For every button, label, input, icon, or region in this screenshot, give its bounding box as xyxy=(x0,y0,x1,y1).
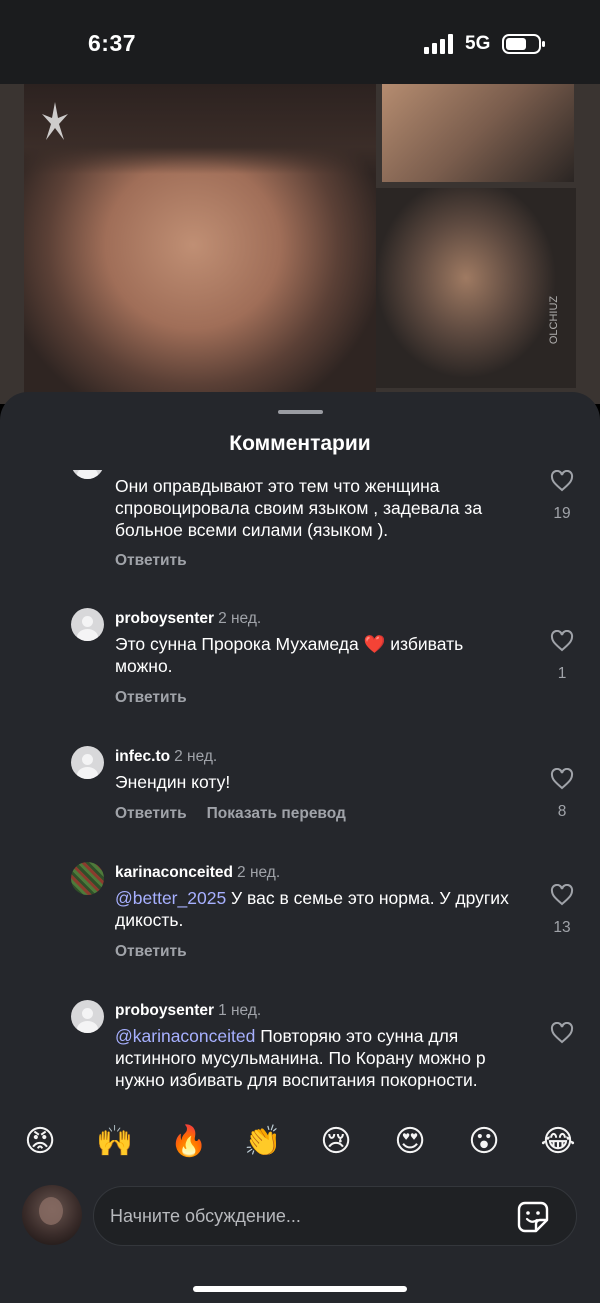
comment-header: karinaconceited 2 нед. xyxy=(115,864,280,882)
comment-username[interactable]: infec.to xyxy=(115,748,170,765)
comment-username[interactable]: proboysenter xyxy=(115,610,214,627)
sheet-drag-handle[interactable] xyxy=(278,410,323,414)
status-bar: 6:37 5G xyxy=(0,0,600,84)
avatar[interactable] xyxy=(71,1000,104,1033)
reply-button[interactable]: Ответить xyxy=(115,689,187,706)
comment-header: infec.to 2 нед. xyxy=(115,748,217,766)
comment-time: 2 нед. xyxy=(218,610,262,627)
heart-icon[interactable] xyxy=(550,768,574,790)
status-time: 6:37 xyxy=(88,30,137,56)
like-count: 19 xyxy=(553,505,571,522)
comments-list[interactable]: Они оправдывают это тем что женщина спро… xyxy=(0,470,600,1110)
avatar[interactable] xyxy=(71,862,104,895)
heart-icon[interactable] xyxy=(550,630,574,652)
comment-text: @better_2025 У вас в семье это норма. У … xyxy=(115,887,515,931)
cellular-signal-icon xyxy=(424,34,453,54)
heart-icon[interactable] xyxy=(550,470,574,492)
comment-text: Они оправдывают это тем что женщина спро… xyxy=(115,476,483,540)
laughing-emoji-button[interactable]: 😂 xyxy=(540,1124,576,1160)
crying-emoji-button[interactable]: 😢 xyxy=(318,1124,354,1160)
battery-icon xyxy=(502,34,545,54)
reply-button[interactable]: Ответить xyxy=(115,552,187,569)
heart-eyes-emoji-button[interactable]: 😍 xyxy=(392,1124,428,1160)
comment-text-part: Это сунна Пророка Мухамеда xyxy=(115,634,364,654)
media-logo-icon xyxy=(42,102,68,140)
show-translation-button[interactable]: Показать перевод xyxy=(207,805,346,822)
sheet-title: Комментарии xyxy=(229,432,371,455)
home-indicator[interactable] xyxy=(193,1286,407,1292)
network-label: 5G xyxy=(465,33,491,54)
comment-text: Энендин коту! xyxy=(115,772,231,792)
mention-link[interactable]: @karinaconceited xyxy=(115,1026,255,1046)
mention-link[interactable]: @better_2025 xyxy=(115,888,226,908)
reply-button[interactable]: Ответить xyxy=(115,805,187,822)
fire-emoji-button[interactable]: 🔥 xyxy=(170,1124,207,1160)
comment-header: proboysenter 2 нед. xyxy=(115,610,261,628)
heart-icon[interactable] xyxy=(550,884,574,906)
comment-text: Это сунна Пророка Мухамеда ❤️ избивать м… xyxy=(115,633,515,677)
clapping-emoji-button[interactable]: 👏 xyxy=(244,1124,281,1160)
photo-watermark: OLCHIUZ xyxy=(548,295,561,345)
heart-emoji: ❤️ xyxy=(363,634,386,654)
sticker-icon[interactable] xyxy=(516,1200,550,1234)
avatar[interactable] xyxy=(71,746,104,779)
comment-time: 2 нед. xyxy=(174,748,218,765)
comments-sheet: Комментарии Они оправдывают это тем что … xyxy=(0,392,600,1303)
avatar[interactable] xyxy=(71,470,104,479)
avatar[interactable] xyxy=(71,608,104,641)
photo-man-hair xyxy=(24,84,376,174)
comment-actions: Ответить Показать перевод xyxy=(115,805,366,823)
comment-username[interactable]: karinaconceited xyxy=(115,864,233,881)
like-count: 8 xyxy=(557,803,567,820)
comment-username[interactable]: proboysenter xyxy=(115,1002,214,1019)
photo-woman-profile xyxy=(376,188,576,388)
comment-input[interactable] xyxy=(93,1186,577,1246)
comment-header: proboysenter 1 нед. xyxy=(115,1002,261,1020)
angry-emoji-button[interactable]: 😡 xyxy=(22,1124,58,1160)
reply-button[interactable]: Ответить xyxy=(115,943,187,960)
comment-actions: Ответить xyxy=(115,552,207,570)
comment-time: 2 нед. xyxy=(237,864,281,881)
comment-actions: Ответить xyxy=(115,689,207,707)
post-media[interactable]: OLCHIUZ xyxy=(0,84,600,404)
comment-actions: Ответить xyxy=(115,943,207,961)
surprised-emoji-button[interactable]: 😮 xyxy=(466,1124,502,1160)
raised-hands-emoji-button[interactable]: 🙌 xyxy=(96,1124,133,1160)
like-count: 1 xyxy=(557,665,567,682)
heart-icon[interactable] xyxy=(550,1022,574,1044)
current-user-avatar xyxy=(22,1185,82,1245)
comment-time: 1 нед. xyxy=(218,1002,262,1019)
comment-text: @karinaconceited Повторяю это сунна для … xyxy=(115,1025,515,1091)
photo-woman-top xyxy=(382,84,574,182)
like-count: 13 xyxy=(553,919,571,936)
emoji-reaction-bar: 😡 🙌 🔥 👏 😢 😍 😮 😂 xyxy=(0,1124,600,1168)
